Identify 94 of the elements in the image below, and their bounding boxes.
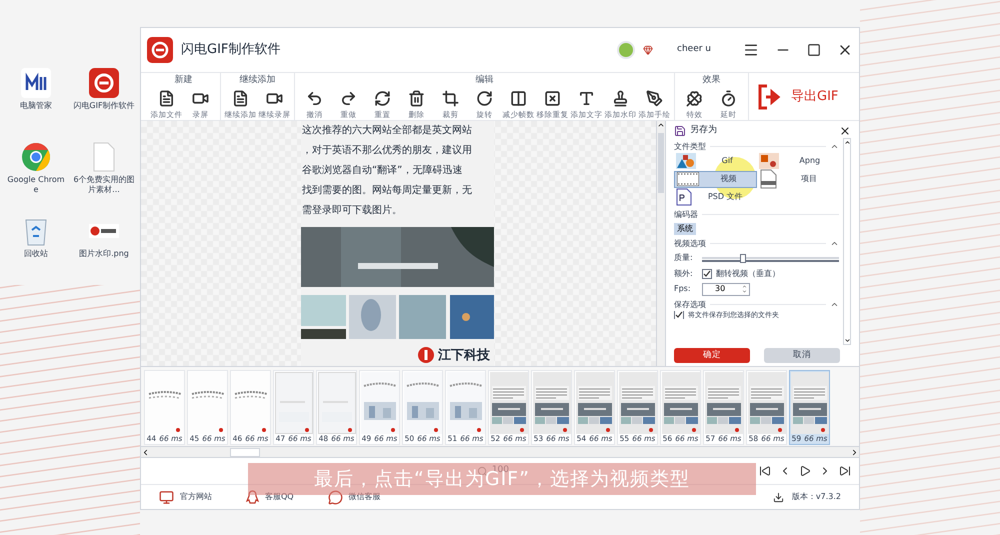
section-heading: 编码器 xyxy=(674,208,698,220)
first-frame-icon[interactable] xyxy=(759,465,771,477)
logo-text: 江下科技 xyxy=(438,346,490,364)
version-text: 版本：v7.3.2 xyxy=(792,491,841,503)
app-logo xyxy=(147,37,173,63)
export-icon xyxy=(757,84,783,110)
file-type-option[interactable]: 项目 xyxy=(756,170,839,188)
group-heading: 新建 xyxy=(174,74,192,87)
timer-icon xyxy=(720,90,737,106)
refresh-icon xyxy=(374,90,391,106)
clover-icon xyxy=(686,90,703,106)
penguin-icon xyxy=(246,490,259,504)
film-icon xyxy=(677,172,699,186)
dialog-title: 另存为 xyxy=(690,124,717,137)
user-name[interactable]: cheer u xyxy=(677,43,711,57)
rotate-icon xyxy=(476,90,493,106)
browser-icon[interactable] xyxy=(21,142,51,172)
desktop-icon-label[interactable]: 电脑管家 xyxy=(5,101,67,111)
monitor-icon xyxy=(159,490,174,504)
group-heading: 继续添加 xyxy=(240,74,276,87)
crop-icon xyxy=(442,90,459,106)
file-type-option[interactable]: 视频 xyxy=(674,170,756,188)
footer-link[interactable]: 官方网站 xyxy=(180,491,212,503)
desktop-icon-label[interactable]: 回收站 xyxy=(5,249,67,259)
play-icon[interactable] xyxy=(799,465,811,477)
scroll-up-icon[interactable] xyxy=(657,121,665,129)
collapse-icon[interactable] xyxy=(830,142,839,151)
collapse-icon[interactable] xyxy=(830,239,839,248)
undo-icon xyxy=(306,90,323,106)
scroll-left-icon[interactable] xyxy=(141,448,150,456)
document-icon xyxy=(232,90,249,106)
preview-text: 找到需要的图。网站每周定量更新，无 xyxy=(302,184,473,198)
scroll-right-icon[interactable] xyxy=(850,448,859,456)
pen-icon xyxy=(646,90,663,106)
desktop-icon-label[interactable]: 闪电GIF制作软件 xyxy=(73,101,135,111)
chat-icon xyxy=(328,490,343,504)
window-title: 闪电GIF制作软件 xyxy=(181,41,280,60)
desktop-icon-label[interactable]: Google Chrome xyxy=(5,175,67,195)
gem-icon xyxy=(643,45,653,55)
checkbox-label[interactable]: 翻转视频（垂直） xyxy=(716,268,780,280)
last-frame-icon[interactable] xyxy=(839,465,851,477)
logo-icon xyxy=(418,347,434,364)
slider-thumb[interactable] xyxy=(740,254,746,262)
scroll-up-icon[interactable] xyxy=(844,138,850,146)
document-icon xyxy=(158,90,175,106)
file-type-option[interactable]: Apng xyxy=(756,152,839,170)
checkbox[interactable] xyxy=(702,268,712,278)
save-icon xyxy=(674,124,686,137)
preview-text: 这次推荐的六大网站全部都是英文网站 xyxy=(302,124,473,138)
field-label: 质量: xyxy=(674,252,694,264)
cancel-button[interactable]: 取消 xyxy=(764,348,840,363)
group-heading: 编辑 xyxy=(476,74,494,87)
download-icon[interactable] xyxy=(772,492,784,502)
field-label: Fps: xyxy=(674,283,692,295)
close-icon[interactable] xyxy=(839,124,851,137)
group-heading: 效果 xyxy=(702,74,720,87)
spinner-icon[interactable] xyxy=(742,284,749,294)
export-button[interactable]: 导出GIF xyxy=(749,73,846,120)
trash-icon xyxy=(408,90,425,106)
checkbox[interactable] xyxy=(674,310,684,318)
file-type-option[interactable]: PSD 文件 xyxy=(674,188,756,206)
film-file-icon xyxy=(758,169,776,189)
encoder-option[interactable]: 系统 xyxy=(674,222,696,234)
app-icon xyxy=(89,68,119,98)
file-type-option[interactable]: Gif xyxy=(674,152,756,170)
section-heading: 视频选项 xyxy=(674,238,706,250)
x-box-icon xyxy=(544,90,561,106)
menu-icon[interactable] xyxy=(743,42,759,58)
fps-field[interactable]: 30 xyxy=(702,282,750,296)
maximize-icon[interactable] xyxy=(807,43,821,57)
collapse-icon[interactable] xyxy=(830,300,839,309)
preview-text: 需登录即可下载图片。 xyxy=(302,204,403,218)
scroll-down-icon[interactable] xyxy=(844,337,850,344)
columns-icon xyxy=(510,90,527,106)
psd-file-icon xyxy=(676,188,692,206)
image-icon xyxy=(758,153,778,169)
footer-link[interactable]: 微信客服 xyxy=(348,491,381,503)
preview-text: 谷歌浏览器自动“翻译”，无障碍迅速 xyxy=(302,164,464,178)
redo-icon xyxy=(340,90,357,106)
app-icon[interactable] xyxy=(21,68,51,98)
image-icon xyxy=(676,153,696,169)
footer-link[interactable]: 客服QQ xyxy=(265,491,294,503)
confirm-button[interactable]: 确定 xyxy=(674,348,750,363)
scrollbar-thumb[interactable] xyxy=(230,448,260,456)
section-heading: 保存选项 xyxy=(674,298,706,310)
preview-text: ，对于英语不那么优秀的朋友，建议用 xyxy=(302,144,473,158)
quality-slider[interactable] xyxy=(702,254,839,262)
text-icon xyxy=(578,90,595,106)
desktop-icon-label[interactable]: 6个免费实用的图片素材... xyxy=(73,175,135,195)
image-file-icon[interactable] xyxy=(89,224,119,238)
stamp-icon xyxy=(612,90,629,106)
section-heading: 文件类型 xyxy=(674,140,706,152)
field-label: 额外: xyxy=(674,268,694,280)
desktop-icon-label[interactable]: 图片水印.png xyxy=(73,249,135,259)
